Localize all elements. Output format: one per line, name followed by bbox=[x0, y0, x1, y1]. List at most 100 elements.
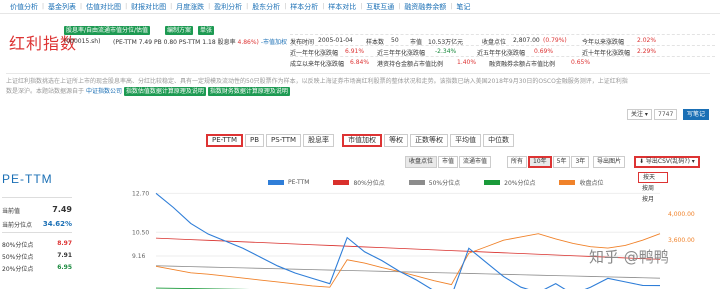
return-10y-value: 2.29% bbox=[637, 48, 657, 55]
range-5y[interactable]: 5年 bbox=[552, 156, 571, 168]
description-line-1: 上证红利指数挑选在上证所上市的现金股息率高、分红比较稳定、具有一定规模及流动性的… bbox=[6, 78, 628, 85]
divider bbox=[2, 232, 72, 233]
nav-link[interactable]: 估值对比图 bbox=[82, 2, 125, 12]
pb-label: PB bbox=[153, 39, 162, 46]
tab-pb[interactable]: PB bbox=[245, 134, 265, 147]
description-text: 数是深沪。本题站数据源自于 bbox=[6, 88, 85, 95]
series-toggle-group: 收盘点位 市值 流通市值 bbox=[405, 156, 492, 168]
current-value-label: 当前值 bbox=[2, 208, 21, 215]
chart-plot[interactable]: 12.70 10.50 9.16 4,000.00 3,600.00 bbox=[100, 172, 720, 289]
dividend-yield-label: 股息率 bbox=[217, 39, 236, 46]
tab-equal-weighted[interactable]: 等权 bbox=[384, 134, 409, 147]
current-value-row: 当前值 7.49 bbox=[2, 205, 72, 215]
toggle-mcap[interactable]: 市值 bbox=[438, 156, 459, 168]
legend-item[interactable]: 收盘点位 bbox=[559, 178, 603, 187]
nav-link[interactable]: 样本分析 bbox=[286, 2, 322, 12]
page-root: 价值分析 | 基金列表 | 估值对比图 | 财报对比图 | 月度涨跌 | 盈利分析 | 股东分析 | 样本分… bbox=[0, 0, 720, 289]
nav-link[interactable]: 样本对比 bbox=[324, 2, 360, 12]
nav-link[interactable]: 互联互通 bbox=[362, 2, 398, 12]
nav-link[interactable]: 盈利分析 bbox=[210, 2, 246, 12]
tab-positive-equal[interactable]: 正数等权 bbox=[410, 134, 449, 147]
legend-item[interactable]: PE-TTM bbox=[268, 178, 309, 187]
legend-item[interactable]: 80%分位点 bbox=[333, 178, 385, 187]
legend-item[interactable]: 20%分位点 bbox=[484, 178, 535, 187]
export-image-button[interactable]: 导出图片 bbox=[593, 156, 626, 168]
pe-label: (PE-TTM bbox=[113, 39, 137, 46]
p50-value: 7.91 bbox=[57, 252, 72, 259]
p80-row: 80%分位点 8.97 bbox=[2, 240, 72, 249]
range-all[interactable]: 所有 bbox=[507, 156, 528, 168]
valuation-method-link[interactable]: 指数估值数据计算原理及说明 bbox=[123, 87, 206, 96]
y-tick-label: 9.16 bbox=[132, 253, 146, 260]
range-3y[interactable]: 3年 bbox=[571, 156, 590, 168]
legend-item[interactable]: 50%分位点 bbox=[408, 178, 461, 187]
range-toggle-group: 所有 10年 5年 3年 bbox=[507, 156, 590, 168]
follower-count: 7747 bbox=[654, 109, 678, 120]
p80-value: 8.97 bbox=[57, 240, 72, 247]
range-10y[interactable]: 10年 bbox=[528, 156, 552, 168]
legend-label: 收盘点位 bbox=[579, 180, 604, 187]
chart-legend: PE-TTM 80%分位点 50%分位点 20%分位点 收盘点位 bbox=[268, 178, 627, 187]
index-code: (000015.sh) bbox=[64, 38, 101, 45]
p20-value: 6.95 bbox=[57, 264, 72, 271]
divider bbox=[2, 197, 72, 198]
tab-mcap-weighted[interactable]: 市值加权 bbox=[342, 134, 383, 147]
tab-dividend-yield[interactable]: 股息率 bbox=[303, 134, 335, 147]
source-link[interactable]: 中证指数公司 bbox=[86, 88, 122, 95]
legend-label: 20%分位点 bbox=[504, 180, 536, 187]
valuation-side-panel: PE-TTM 当前值 7.49 当前分位点 34.62% 80%分位点 8.97… bbox=[0, 172, 100, 289]
legend-label: PE-TTM bbox=[288, 179, 310, 186]
nav-link[interactable]: 笔记 bbox=[452, 2, 474, 12]
financial-method-link[interactable]: 指数财务数据计算原理及说明 bbox=[207, 87, 290, 96]
tab-ps-ttm[interactable]: PS-TTM bbox=[266, 134, 302, 147]
toggle-float-mcap[interactable]: 流通市值 bbox=[459, 156, 492, 168]
nav-link[interactable]: 价值分析 bbox=[6, 2, 42, 12]
watermark-text: 知乎 @鸭鸭 bbox=[589, 248, 669, 266]
percentile-value: 34.62% bbox=[42, 220, 72, 228]
metric-tabs: PE-TTM PB PS-TTM 股息率 市值加权 等权 正数等权 平均值 中位… bbox=[206, 134, 516, 147]
tab-average[interactable]: 平均值 bbox=[450, 134, 482, 147]
toggle-close-price[interactable]: 收盘点位 bbox=[405, 156, 438, 168]
psttm-value: 1.18 bbox=[202, 39, 216, 46]
nav-link[interactable]: 财报对比图 bbox=[127, 2, 170, 12]
follow-button[interactable]: 关注 ▾ bbox=[627, 109, 652, 120]
write-note-button[interactable]: 写笔记 bbox=[683, 109, 710, 120]
hk-holding-value: 1.40% bbox=[457, 59, 477, 66]
y2-tick-label: 3,600.00 bbox=[668, 237, 695, 244]
nav-link[interactable]: 股东分析 bbox=[248, 2, 284, 12]
legend-swatch bbox=[559, 180, 576, 185]
nav-link[interactable]: 融资融券余额 bbox=[400, 2, 450, 12]
pe-value: 7.49 bbox=[138, 39, 153, 46]
valuation-summary: (PE-TTM 7.49 PB 0.80 PS-TTM 1.18 股息率 4.8… bbox=[113, 37, 287, 46]
description-line-2: 数是深沪。本题站数据源自于 中证指数公司 指数估值数据计算原理及说明 指数财务数… bbox=[6, 87, 710, 97]
legend-swatch bbox=[268, 180, 284, 185]
index-header: 股息率/自由流通市值分位/估值 编制方案 单张 红利指数 (000015.sh)… bbox=[0, 16, 720, 81]
legend-label: 50%分位点 bbox=[428, 180, 461, 187]
nav-link[interactable]: 基金列表 bbox=[44, 2, 80, 12]
publish-value: 2005-01-04 bbox=[318, 37, 353, 44]
export-csv-button[interactable]: ⬇ 导出CSV(乱码?) ▾ bbox=[634, 156, 700, 168]
weighting-link[interactable]: -市值加权 bbox=[261, 39, 287, 46]
metric-title: PE-TTM bbox=[2, 172, 53, 186]
return-since-value: 6.84% bbox=[350, 59, 370, 66]
p50-line bbox=[155, 265, 661, 279]
return-3y-value: -2.34% bbox=[435, 48, 457, 55]
p20-label: 20%分位点 bbox=[2, 266, 34, 273]
y2-tick-label: 4,000.00 bbox=[668, 211, 695, 218]
return-5y-value: 0.69% bbox=[534, 48, 554, 55]
scheme-badge[interactable]: 编制方案 bbox=[165, 26, 194, 35]
psttm-label: PS-TTM bbox=[178, 39, 201, 46]
tab-pe-ttm[interactable]: PE-TTM bbox=[206, 134, 243, 147]
legend-swatch bbox=[484, 180, 501, 185]
nav-link[interactable]: 月度涨跌 bbox=[172, 2, 208, 12]
tab-median[interactable]: 中位数 bbox=[483, 134, 515, 147]
stats-row-3: 成立以来年化涨跌幅 6.84% 港资持仓金额占市值比例 1.40% 融资融券余额… bbox=[290, 56, 715, 68]
single-badge[interactable]: 单张 bbox=[198, 26, 215, 35]
pe-chart[interactable]: PE-TTM 80%分位点 50%分位点 20%分位点 收盘点位 12.70 10.50 9… bbox=[100, 172, 720, 289]
stats-row-2: 近一年年化涨跌幅 6.91% 近三年年化涨跌幅 -2.34% 近五年年化涨跌幅 … bbox=[290, 45, 715, 57]
legend-swatch bbox=[408, 180, 425, 185]
close-value: 2,807.00 bbox=[513, 37, 540, 44]
p50-label: 50%分位点 bbox=[2, 254, 34, 261]
current-value: 7.49 bbox=[52, 205, 72, 214]
return-1y-value: 6.91% bbox=[345, 48, 365, 55]
